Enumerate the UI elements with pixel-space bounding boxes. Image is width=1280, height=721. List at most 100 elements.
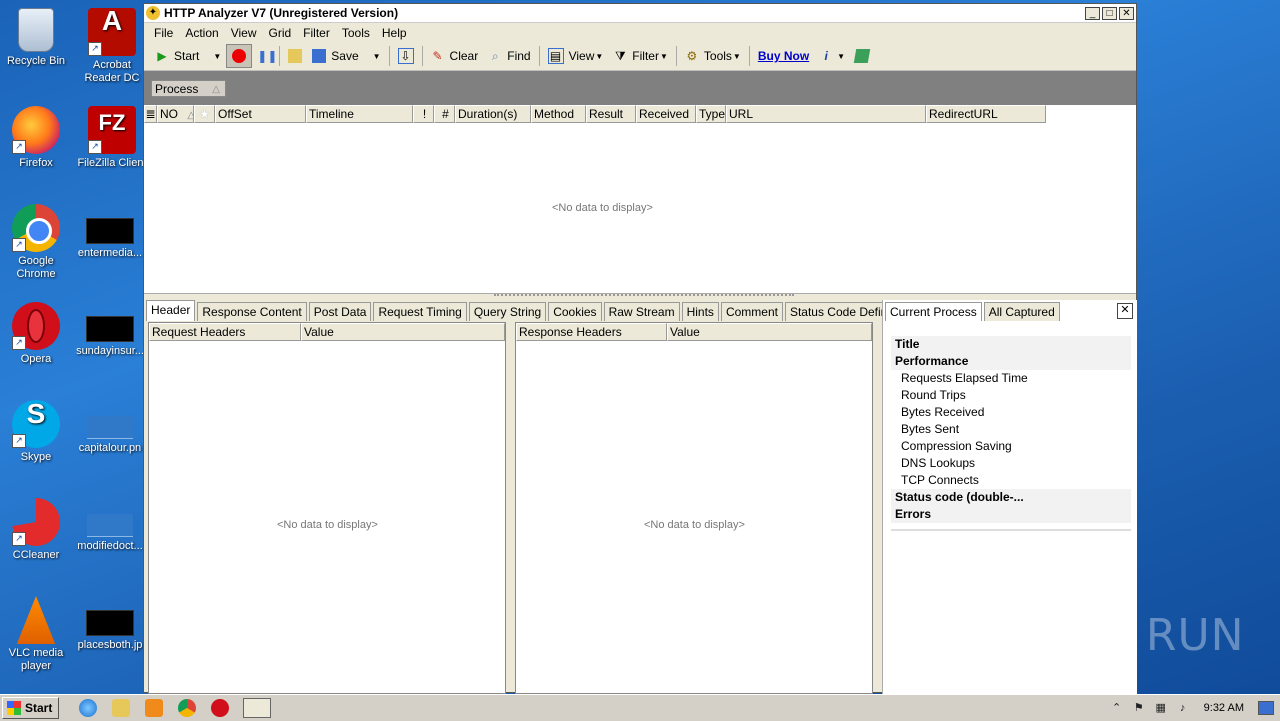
session-grid[interactable]: ≣ NO △ ★ OffSet Timeline ! # Duration(s)… [144,105,1136,294]
tools-button[interactable]: ⚙ Tools ▼ [680,45,746,67]
buy-now-link[interactable]: Buy Now [753,45,814,67]
tab-raw-stream[interactable]: Raw Stream [603,302,680,321]
desktop-icon-sundayinsur[interactable]: sundayinsur... [74,302,146,358]
group-process-chip[interactable]: Process △ [151,80,226,97]
horizontal-splitter[interactable] [494,294,794,299]
col-request-headers[interactable]: Request Headers [149,323,301,341]
tab-post-data[interactable]: Post Data [308,302,372,321]
minimize-button[interactable]: _ [1085,6,1100,20]
prop-title[interactable]: Title [891,336,1131,353]
col-request-value[interactable]: Value [301,323,505,341]
tab-hints[interactable]: Hints [681,302,719,321]
col-duration[interactable]: Duration(s) [455,105,531,123]
desktop-icon-acrobat[interactable]: ↗ Acrobat Reader DC [76,8,148,85]
col-method[interactable]: Method [531,105,586,123]
tab-query-string[interactable]: Query String [468,302,547,321]
close-button[interactable]: ✕ [1119,6,1134,20]
start-menu-button[interactable]: Start [2,697,60,719]
prop-status-code[interactable]: Status code (double-... [891,489,1131,506]
col-number[interactable]: # [434,105,455,123]
col-no[interactable]: NO △ [157,105,194,123]
desktop-icon-vlc[interactable]: VLC media player [0,596,72,673]
tab-request-timing[interactable]: Request Timing [373,302,467,321]
ie-taskbar-icon[interactable] [79,699,98,717]
open-button[interactable] [283,45,307,67]
col-flag[interactable]: ! [413,105,434,123]
desktop-icon-skype[interactable]: ↗ Skype [0,400,72,464]
grid-row-selector[interactable]: ≣ [144,105,157,123]
prop-tcp-connects[interactable]: TCP Connects [891,472,1131,489]
desktop-icon-capitalour[interactable]: capitalour.pn [74,400,146,455]
save-button[interactable]: Save ▼ [307,45,385,67]
col-result[interactable]: Result [586,105,636,123]
view-button[interactable]: ▤ View ▼ [543,45,609,67]
filter-button[interactable]: ⧩ Filter ▼ [608,45,673,67]
desktop-icon-filezilla[interactable]: ↗ FileZilla Client [76,106,148,170]
maximize-button[interactable]: □ [1102,6,1117,20]
prop-bytes-sent[interactable]: Bytes Sent [891,421,1131,438]
network-icon[interactable]: ▦ [1154,701,1168,715]
prop-round-trips[interactable]: Round Trips [891,387,1131,404]
media-player-taskbar-icon[interactable] [145,699,164,717]
http-analyzer-taskbar-icon[interactable] [243,698,272,718]
tab-cookies[interactable]: Cookies [548,302,602,321]
close-pane-button[interactable]: ✕ [1117,303,1133,319]
col-star[interactable]: ★ [194,105,215,123]
tab-current-process[interactable]: Current Process [885,302,982,321]
col-redirect-url[interactable]: RedirectURL [926,105,1046,123]
tab-response-content[interactable]: Response Content [197,302,307,321]
menu-action[interactable]: Action [179,26,224,40]
volume-icon[interactable]: ♪ [1176,701,1190,715]
menu-tools[interactable]: Tools [336,26,376,40]
show-desktop-button[interactable] [1258,701,1274,715]
menu-filter[interactable]: Filter [297,26,336,40]
dropdown-arrow-icon[interactable]: ▼ [373,52,381,61]
desktop-icon-chrome[interactable]: ↗ Google Chrome [0,204,72,281]
dropdown-arrow-icon[interactable]: ▼ [213,52,221,61]
desktop-icon-recycle-bin[interactable]: Recycle Bin [0,8,72,68]
record-button[interactable] [226,44,253,68]
prop-errors[interactable]: Errors [891,506,1131,523]
tab-header[interactable]: Header [146,300,196,321]
desktop-icon-firefox[interactable]: ↗ Firefox [0,106,72,170]
desktop-icon-modifiedoct[interactable]: modifiedoct... [74,498,146,553]
capture-button[interactable]: ⇩ [393,45,419,67]
menu-help[interactable]: Help [376,26,413,40]
desktop-icon-entermedia[interactable]: entermedia... [74,204,146,260]
col-offset[interactable]: OffSet [215,105,306,123]
prop-compression-saving[interactable]: Compression Saving [891,438,1131,455]
prop-bytes-received[interactable]: Bytes Received [891,404,1131,421]
col-response-value[interactable]: Value [667,323,872,341]
menu-file[interactable]: File [148,26,179,40]
col-url[interactable]: URL [726,105,926,123]
prop-requests-elapsed-time[interactable]: Requests Elapsed Time [891,370,1131,387]
col-received[interactable]: Received [636,105,696,123]
prop-performance[interactable]: Performance [891,353,1131,370]
book-button[interactable] [850,45,874,67]
explorer-taskbar-icon[interactable] [112,699,131,717]
tab-comment[interactable]: Comment [720,302,783,321]
clock[interactable]: 9:32 AM [1204,702,1244,714]
dropdown-arrow-icon[interactable]: ▼ [837,52,845,61]
tab-all-captured[interactable]: All Captured [983,302,1060,321]
start-button[interactable]: ▶ Start ▼ [150,45,226,67]
prop-dns-lookups[interactable]: DNS Lookups [891,455,1131,472]
menu-view[interactable]: View [225,26,263,40]
pause-button[interactable]: ❚❚ [252,45,277,67]
opera-taskbar-icon[interactable] [211,699,230,717]
title-bar[interactable]: ✦ HTTP Analyzer V7 (Unregistered Version… [144,4,1136,23]
chrome-taskbar-icon[interactable] [178,699,197,717]
flag-icon[interactable]: ⚑ [1132,701,1146,715]
response-headers-pane[interactable]: Response Headers Value <No data to displ… [515,322,873,694]
col-response-headers[interactable]: Response Headers [516,323,667,341]
desktop-icon-opera[interactable]: ↗ Opera [0,302,72,366]
menu-grid[interactable]: Grid [263,26,298,40]
request-headers-pane[interactable]: Request Headers Value <No data to displa… [148,322,506,694]
col-timeline[interactable]: Timeline [306,105,413,123]
desktop-icon-placesboth[interactable]: placesboth.jp [74,596,146,652]
clear-button[interactable]: ✎ Clear [426,45,484,67]
show-hidden-icons-icon[interactable]: ⌃ [1110,701,1124,715]
desktop-icon-ccleaner[interactable]: ↗ CCleaner [0,498,72,562]
col-type[interactable]: Type [696,105,726,123]
find-button[interactable]: ⌕ Find [483,45,535,67]
